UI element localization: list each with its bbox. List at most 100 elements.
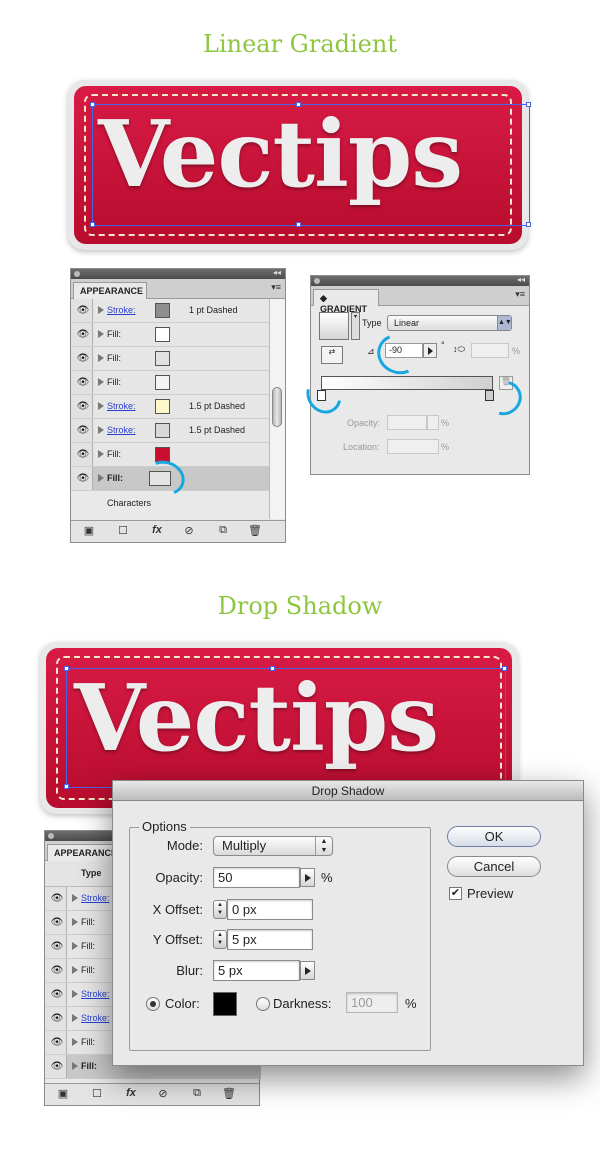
trash-icon[interactable]: 🗑	[247, 524, 263, 538]
fx-icon[interactable]: fx	[123, 1087, 139, 1101]
angle-dropdown[interactable]	[423, 343, 437, 358]
tab-appearance[interactable]: APPEARANCE	[73, 282, 147, 299]
selection-handle[interactable]	[90, 222, 95, 227]
attribute-swatch[interactable]	[155, 351, 170, 366]
appearance-row[interactable]: 👁 Stroke: 1.5 pt Dashed	[71, 419, 269, 443]
ok-button[interactable]: OK	[447, 826, 541, 847]
scrollbar[interactable]	[269, 299, 285, 519]
x-offset-field[interactable]: 0 px	[227, 899, 313, 920]
eye-icon[interactable]: 👁	[50, 1037, 64, 1049]
tab-appearance[interactable]: APPEARANCE	[47, 844, 121, 861]
eye-icon[interactable]: 👁	[76, 353, 90, 365]
selection-bounding-box[interactable]	[92, 104, 530, 226]
disclosure-triangle-icon[interactable]	[72, 1038, 78, 1046]
x-offset-stepper[interactable]: ▲ ▼	[213, 900, 227, 919]
eye-icon[interactable]: 👁	[50, 893, 64, 905]
eye-icon[interactable]: 👁	[76, 473, 90, 485]
selection-handle[interactable]	[526, 102, 531, 107]
scroll-thumb[interactable]	[272, 387, 282, 427]
appearance-row[interactable]: 👁 Fill:	[71, 371, 269, 395]
color-swatch[interactable]	[213, 992, 237, 1016]
disclosure-triangle-icon[interactable]	[72, 942, 78, 950]
reverse-gradient-icon[interactable]: ⇄	[321, 346, 343, 364]
appearance-row[interactable]: 👁 Stroke: 1.5 pt Dashed	[71, 395, 269, 419]
trash-icon[interactable]: 🗑	[221, 1087, 237, 1101]
mode-select[interactable]: Multiply ▲ ▼	[213, 836, 333, 856]
attribute-label[interactable]: Stroke:	[107, 305, 136, 315]
attribute-swatch[interactable]	[155, 327, 170, 342]
appearance-row[interactable]: 👁 Fill:	[71, 323, 269, 347]
eye-icon[interactable]: 👁	[50, 941, 64, 953]
disclosure-triangle-icon[interactable]	[98, 330, 104, 338]
add-new-fill-icon[interactable]: ☐	[115, 524, 131, 538]
disclosure-triangle-icon[interactable]	[98, 354, 104, 362]
panel-menu-icon[interactable]: ▾≡	[271, 282, 281, 293]
appearance-row[interactable]: 👁 Stroke: 1 pt Dashed	[71, 299, 269, 323]
darkness-field[interactable]: 100	[346, 992, 398, 1013]
aspect-ratio-field[interactable]	[471, 343, 509, 358]
y-offset-field[interactable]: 5 px	[227, 929, 313, 950]
attribute-label[interactable]: Stroke:	[81, 1013, 110, 1023]
blur-slider-button[interactable]	[300, 961, 315, 980]
selection-handle[interactable]	[296, 102, 301, 107]
disclosure-triangle-icon[interactable]	[98, 378, 104, 386]
fx-icon[interactable]: fx	[149, 524, 165, 538]
add-new-fill-icon[interactable]: ☐	[89, 1087, 105, 1101]
disclosure-triangle-icon[interactable]	[72, 894, 78, 902]
eye-icon[interactable]: 👁	[50, 917, 64, 929]
blur-field[interactable]: 5 px	[213, 960, 300, 981]
selection-handle[interactable]	[64, 666, 69, 671]
selection-handle[interactable]	[296, 222, 301, 227]
attribute-swatch[interactable]	[155, 303, 170, 318]
attribute-label[interactable]: Stroke:	[107, 401, 136, 411]
disclosure-triangle-icon[interactable]	[72, 1062, 78, 1070]
disclosure-triangle-icon[interactable]	[98, 306, 104, 314]
disclosure-triangle-icon[interactable]	[98, 474, 104, 482]
eye-icon[interactable]: 👁	[50, 965, 64, 977]
y-offset-stepper[interactable]: ▲ ▼	[213, 930, 227, 949]
clear-appearance-icon[interactable]: ⊘	[181, 524, 197, 538]
collapse-icon[interactable]: ◂◂	[273, 268, 281, 277]
eye-icon[interactable]: 👁	[76, 401, 90, 413]
eye-icon[interactable]: 👁	[76, 329, 90, 341]
type-select[interactable]: Linear ▲▼	[387, 315, 512, 331]
color-radio[interactable]	[146, 997, 160, 1011]
disclosure-triangle-icon[interactable]	[72, 918, 78, 926]
darkness-radio[interactable]	[256, 997, 270, 1011]
add-new-stroke-icon[interactable]: ▣	[55, 1087, 71, 1101]
attribute-label[interactable]: Stroke:	[81, 989, 110, 999]
panel-titlebar[interactable]: ◂◂	[311, 275, 529, 286]
eye-icon[interactable]: 👁	[76, 449, 90, 461]
attribute-swatch[interactable]	[155, 399, 170, 414]
eye-icon[interactable]: 👁	[76, 305, 90, 317]
disclosure-triangle-icon[interactable]	[98, 426, 104, 434]
clear-appearance-icon[interactable]: ⊘	[155, 1087, 171, 1101]
panel-menu-icon[interactable]: ▾≡	[515, 289, 525, 300]
attribute-swatch[interactable]	[155, 375, 170, 390]
add-new-stroke-icon[interactable]: ▣	[81, 524, 97, 538]
opacity-dropdown[interactable]	[427, 415, 439, 430]
attribute-swatch[interactable]	[155, 423, 170, 438]
location-field[interactable]	[387, 439, 439, 454]
eye-icon[interactable]: 👁	[50, 989, 64, 1001]
selection-handle[interactable]	[502, 666, 507, 671]
disclosure-triangle-icon[interactable]	[72, 990, 78, 998]
eye-icon[interactable]: 👁	[76, 377, 90, 389]
selection-handle[interactable]	[526, 222, 531, 227]
gradient-presets-dropdown[interactable]: ▾	[351, 312, 360, 340]
panel-titlebar[interactable]: ◂◂	[71, 268, 285, 279]
duplicate-item-icon[interactable]: ⧉	[189, 1087, 205, 1101]
duplicate-item-icon[interactable]: ⧉	[215, 524, 231, 538]
selection-bounding-box[interactable]	[66, 668, 506, 788]
disclosure-triangle-icon[interactable]	[98, 450, 104, 458]
disclosure-triangle-icon[interactable]	[72, 966, 78, 974]
eye-icon[interactable]: 👁	[76, 425, 90, 437]
selection-handle[interactable]	[64, 784, 69, 789]
gradient-slider[interactable]	[321, 376, 493, 390]
preview-checkbox[interactable]: ✔	[449, 887, 462, 900]
attribute-label[interactable]: Stroke:	[81, 893, 110, 903]
eye-icon[interactable]: 👁	[50, 1013, 64, 1025]
gradient-preview-swatch[interactable]	[319, 312, 349, 340]
selection-handle[interactable]	[90, 102, 95, 107]
opacity-slider-button[interactable]	[300, 868, 315, 887]
